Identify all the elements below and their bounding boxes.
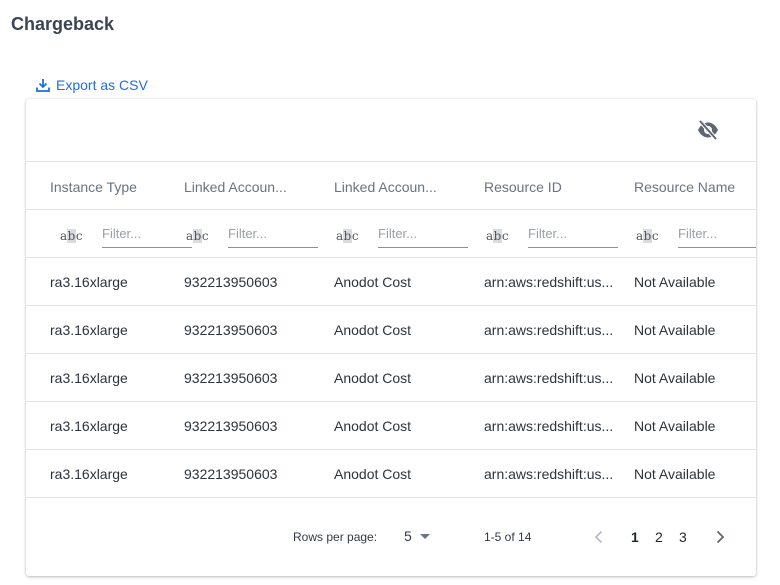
chevron-right-icon[interactable] xyxy=(710,527,730,547)
filter-row: abc abc abc abc abc xyxy=(26,210,756,258)
cell-instance-type: ra3.16xlarge xyxy=(50,370,128,386)
cell-linked-account-id: 932213950603 xyxy=(184,274,278,290)
cell-linked-account-id: 932213950603 xyxy=(184,418,278,434)
table-row[interactable]: ra3.16xlarge 932213950603 Anodot Cost ar… xyxy=(26,258,756,306)
cell-linked-account-name: Anodot Cost xyxy=(334,274,412,290)
cell-resource-name: Not Available xyxy=(634,418,716,434)
chargeback-table-card: Instance Type Linked Accoun... Linked Ac… xyxy=(26,99,756,576)
abc-text-filter-icon: abc xyxy=(636,229,659,243)
caret-down-icon xyxy=(419,533,430,539)
cell-resource-name: Not Available xyxy=(634,274,716,290)
filter-input-instance-type[interactable] xyxy=(102,220,192,248)
cell-linked-account-id: 932213950603 xyxy=(184,322,278,338)
filter-input-linked-account-name[interactable] xyxy=(378,220,468,248)
abc-text-filter-icon: abc xyxy=(186,229,209,243)
table-row[interactable]: ra3.16xlarge 932213950603 Anodot Cost ar… xyxy=(26,402,756,450)
page-title: Chargeback xyxy=(11,14,115,34)
table-row[interactable]: ra3.16xlarge 932213950603 Anodot Cost ar… xyxy=(26,354,756,402)
cell-resource-name: Not Available xyxy=(634,322,716,338)
table-row[interactable]: ra3.16xlarge 932213950603 Anodot Cost ar… xyxy=(26,306,756,354)
cell-linked-account-name: Anodot Cost xyxy=(334,370,412,386)
page-button-3[interactable]: 3 xyxy=(679,529,687,545)
table-row[interactable]: ra3.16xlarge 932213950603 Anodot Cost ar… xyxy=(26,450,756,498)
abc-text-filter-icon: abc xyxy=(336,229,359,243)
rows-per-page-select[interactable]: 5 xyxy=(404,528,430,544)
rows-per-page-value: 5 xyxy=(404,528,412,544)
cell-resource-id: arn:aws:redshift:us... xyxy=(484,274,614,290)
cell-instance-type: ra3.16xlarge xyxy=(50,322,128,338)
column-header-linked-account-name[interactable]: Linked Accoun... xyxy=(334,179,437,195)
column-header-linked-account-id[interactable]: Linked Accoun... xyxy=(184,179,287,195)
filter-input-resource-name[interactable] xyxy=(678,220,756,248)
pagination-range: 1-5 of 14 xyxy=(484,530,532,544)
cell-instance-type: ra3.16xlarge xyxy=(50,466,128,482)
cell-resource-id: arn:aws:redshift:us... xyxy=(484,370,614,386)
cell-linked-account-id: 932213950603 xyxy=(184,466,278,482)
rows-per-page-label: Rows per page: xyxy=(293,530,378,544)
chevron-left-icon[interactable] xyxy=(589,527,609,547)
cell-instance-type: ra3.16xlarge xyxy=(50,418,128,434)
download-icon xyxy=(36,79,50,92)
filter-input-linked-account-id[interactable] xyxy=(228,220,318,248)
cell-resource-id: arn:aws:redshift:us... xyxy=(484,418,614,434)
cell-resource-id: arn:aws:redshift:us... xyxy=(484,322,614,338)
cell-linked-account-name: Anodot Cost xyxy=(334,322,412,338)
cell-linked-account-name: Anodot Cost xyxy=(334,418,412,434)
eye-off-icon[interactable] xyxy=(696,119,720,141)
column-header-resource-id[interactable]: Resource ID xyxy=(484,179,562,195)
table-header-row: Instance Type Linked Accoun... Linked Ac… xyxy=(26,162,756,210)
filter-input-resource-id[interactable] xyxy=(528,220,618,248)
cell-instance-type: ra3.16xlarge xyxy=(50,274,128,290)
table-toolbar xyxy=(26,99,756,162)
pagination-bar: Rows per page: 5 1-5 of 14 1 2 3 xyxy=(26,498,756,575)
page-button-1[interactable]: 1 xyxy=(631,529,639,545)
cell-linked-account-name: Anodot Cost xyxy=(334,466,412,482)
column-header-instance-type[interactable]: Instance Type xyxy=(50,179,137,195)
cell-resource-name: Not Available xyxy=(634,466,716,482)
cell-resource-id: arn:aws:redshift:us... xyxy=(484,466,614,482)
page-button-2[interactable]: 2 xyxy=(655,529,663,545)
cell-resource-name: Not Available xyxy=(634,370,716,386)
export-csv-label: Export as CSV xyxy=(56,77,148,93)
abc-text-filter-icon: abc xyxy=(60,229,83,243)
cell-linked-account-id: 932213950603 xyxy=(184,370,278,386)
abc-text-filter-icon: abc xyxy=(486,229,509,243)
column-header-resource-name[interactable]: Resource Name xyxy=(634,179,735,195)
export-csv-button[interactable]: Export as CSV xyxy=(36,77,148,93)
